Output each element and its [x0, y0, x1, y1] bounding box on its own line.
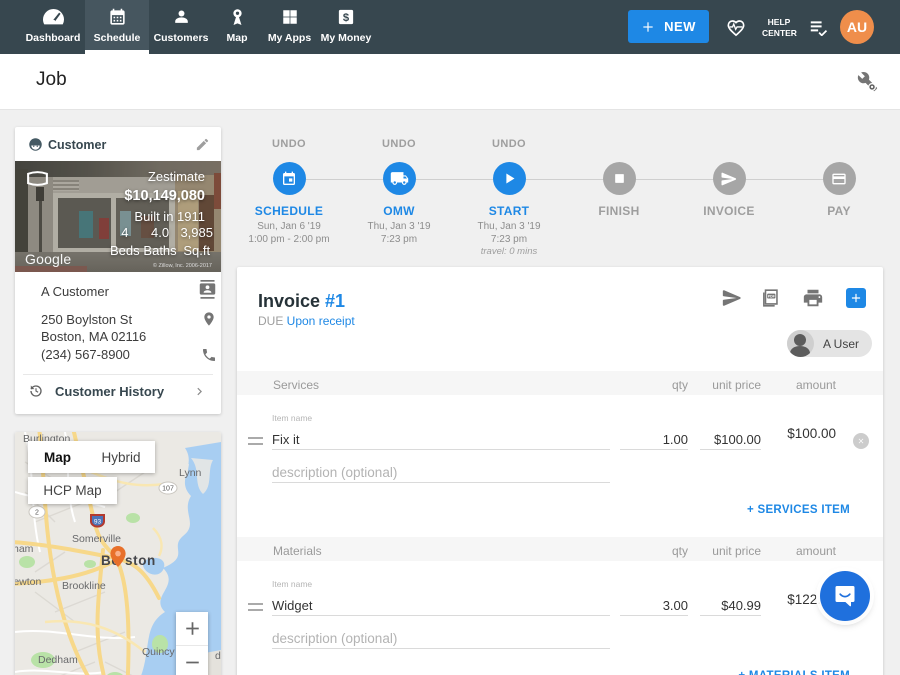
svg-text:Somerville: Somerville — [72, 533, 121, 545]
svg-text:Quincy: Quincy — [142, 646, 175, 658]
svg-text:lewton: lewton — [15, 576, 42, 588]
svg-text:107: 107 — [162, 486, 174, 493]
svg-text:Dedham: Dedham — [38, 654, 78, 666]
svg-text:Brookline: Brookline — [62, 580, 106, 592]
svg-text:2: 2 — [35, 510, 39, 517]
svg-text:di: di — [215, 650, 221, 662]
svg-text:Lynn: Lynn — [179, 467, 202, 479]
svg-text:93: 93 — [94, 519, 102, 526]
svg-text:ston: ston — [125, 553, 156, 568]
svg-text:PDF: PDF — [768, 294, 775, 298]
svg-text:ham: ham — [15, 543, 34, 555]
